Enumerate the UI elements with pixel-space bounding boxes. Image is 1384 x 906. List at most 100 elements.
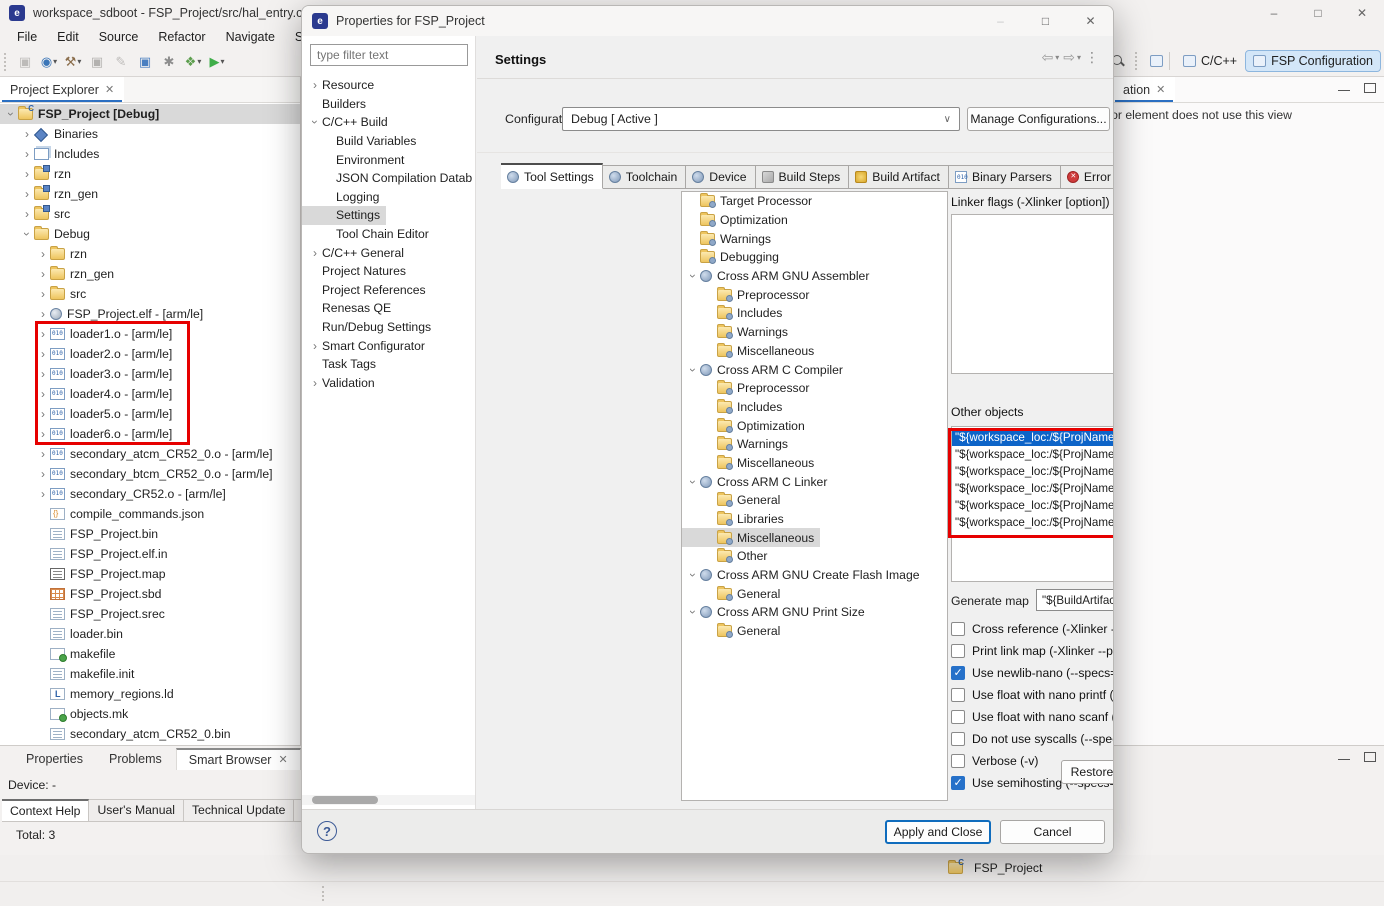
tool-tree-item[interactable]: Cross ARM GNU Assembler xyxy=(682,267,947,286)
tool-tree-item[interactable]: Warnings xyxy=(682,435,947,454)
tool-tree-item[interactable]: Miscellaneous xyxy=(682,342,947,361)
close-button[interactable]: ✕ xyxy=(1340,0,1384,26)
close-tab-icon[interactable]: ✕ xyxy=(105,83,114,96)
settings-tab[interactable]: Toolchain xyxy=(603,165,687,189)
tree-item[interactable]: loader1.o - [arm/le] xyxy=(0,324,300,344)
tool-tree-item[interactable]: Cross ARM C Linker xyxy=(682,472,947,491)
nav-tree-item[interactable]: Resource xyxy=(302,76,474,95)
menu-item[interactable]: File xyxy=(8,28,46,46)
menu-item[interactable]: Edit xyxy=(48,28,88,46)
close-tab-icon[interactable]: ✕ xyxy=(1156,83,1165,96)
tool-tree-item[interactable]: General xyxy=(682,584,947,603)
nav-tree-item[interactable]: Logging xyxy=(302,188,474,207)
tool-tree-item[interactable]: Other xyxy=(682,547,947,566)
tool-tree-item[interactable]: Target Processor xyxy=(682,192,947,211)
tree-item[interactable]: src xyxy=(0,204,300,224)
view-menu-icon[interactable]: ⋮▾ xyxy=(1085,50,1099,64)
tree-item[interactable]: Binaries xyxy=(0,124,300,144)
tree-item[interactable]: FSP_Project.bin xyxy=(0,524,300,544)
tree-item[interactable]: loader.bin xyxy=(0,624,300,644)
checkbox[interactable] xyxy=(951,754,965,768)
expand-arrow-icon[interactable] xyxy=(36,247,50,261)
filter-input[interactable] xyxy=(310,44,468,66)
tree-item[interactable]: memory_regions.ld xyxy=(0,684,300,704)
expand-arrow-icon[interactable] xyxy=(36,307,50,321)
expand-arrow-icon[interactable] xyxy=(20,167,34,181)
expand-arrow-icon[interactable] xyxy=(20,207,34,221)
expand-arrow-icon[interactable] xyxy=(686,363,700,377)
maximize-view-icon[interactable] xyxy=(1364,83,1376,93)
maximize-button[interactable]: □ xyxy=(1296,0,1340,26)
expand-arrow-icon[interactable] xyxy=(686,475,700,489)
tree-item[interactable]: rzn xyxy=(0,244,300,264)
save-icon[interactable]: ▣▾ xyxy=(13,51,37,73)
tree-item[interactable]: makefile.init xyxy=(0,664,300,684)
help-tab[interactable]: Technical Update xyxy=(184,799,295,822)
tree-item[interactable]: loader2.o - [arm/le] xyxy=(0,344,300,364)
tree-item[interactable]: loader6.o - [arm/le] xyxy=(0,424,300,444)
expand-arrow-icon[interactable] xyxy=(20,127,34,141)
expand-arrow-icon[interactable] xyxy=(36,467,50,481)
tree-item[interactable]: FSP_Project.sbd xyxy=(0,584,300,604)
settings-tab[interactable]: Tool Settings xyxy=(501,163,603,189)
close-tab-icon[interactable]: ✕ xyxy=(278,753,287,766)
menu-item[interactable]: Source xyxy=(90,28,148,46)
nav-tree-item[interactable]: Renesas QE xyxy=(302,299,474,318)
tool-tree-item[interactable]: Cross ARM C Compiler xyxy=(682,360,947,379)
tab-configuration[interactable]: ation✕ xyxy=(1113,77,1175,102)
expand-arrow-icon[interactable] xyxy=(308,376,322,390)
checkbox-row[interactable]: Use float with nano printf (-u _printf_f… xyxy=(951,684,1114,706)
generate-map-input[interactable]: "${BuildArtifactFileBaseName}.map" xyxy=(1036,589,1114,611)
tool-tree-item[interactable]: Miscellaneous xyxy=(682,454,947,473)
expand-arrow-icon[interactable] xyxy=(4,107,18,121)
cancel-button[interactable]: Cancel xyxy=(1000,820,1105,844)
tree-item[interactable]: makefile xyxy=(0,644,300,664)
nav-tree-item[interactable]: Builders xyxy=(302,95,474,114)
tree-item[interactable]: FSP_Project.srec xyxy=(0,604,300,624)
expand-arrow-icon[interactable] xyxy=(308,339,322,353)
nav-tree-item[interactable]: Task Tags xyxy=(302,355,474,374)
perspective-button[interactable]: FSP Configuration xyxy=(1246,51,1380,71)
tool-tree-item[interactable]: Preprocessor xyxy=(682,285,947,304)
tab-project-explorer[interactable]: Project Explorer✕ xyxy=(0,77,124,102)
other-object-item[interactable]: "${workspace_loc:/${ProjName}/Debug/load… xyxy=(952,446,1114,463)
nav-tree-item[interactable]: C/C++ Build xyxy=(302,113,474,132)
checkbox-row[interactable]: Do not use syscalls (--specs=nosys.specs… xyxy=(951,728,1114,750)
tree-item[interactable]: Includes xyxy=(0,144,300,164)
bottom-tab[interactable]: Problems✕ xyxy=(97,749,174,769)
expand-arrow-icon[interactable] xyxy=(308,78,322,92)
bottom-tab[interactable]: Properties✕ xyxy=(14,749,95,769)
open-perspective-icon[interactable] xyxy=(1150,55,1163,67)
manage-configurations-button[interactable]: Manage Configurations... xyxy=(967,107,1110,131)
nav-tree-item[interactable]: C/C++ General xyxy=(302,243,474,262)
settings-tab[interactable]: Build Steps xyxy=(756,165,850,189)
other-object-item[interactable]: "${workspace_loc:/${ProjName}/Debug/load… xyxy=(952,497,1114,514)
tree-item[interactable]: secondary_atcm_CR52_0.o - [arm/le] xyxy=(0,444,300,464)
minimize-button[interactable]: – xyxy=(1252,0,1296,26)
tool-tree-item[interactable]: Cross ARM GNU Create Flash Image xyxy=(682,566,947,585)
checkbox[interactable] xyxy=(951,666,965,680)
gear-icon[interactable]: ✱▾ xyxy=(157,51,181,73)
expand-arrow-icon[interactable] xyxy=(36,367,50,381)
minimize-view-icon[interactable] xyxy=(1338,90,1350,91)
tool-tree-item[interactable]: Includes xyxy=(682,398,947,417)
tool-tree-item[interactable]: Warnings xyxy=(682,323,947,342)
tree-item[interactable]: FSP_Project.elf.in xyxy=(0,544,300,564)
build-icon[interactable]: ⚒▾ xyxy=(61,51,85,73)
tool-tree-item[interactable]: Optimization xyxy=(682,416,947,435)
expand-arrow-icon[interactable] xyxy=(36,327,50,341)
expand-arrow-icon[interactable] xyxy=(36,287,50,301)
settings-tab[interactable]: Device xyxy=(686,165,755,189)
tool-tree-item[interactable]: Preprocessor xyxy=(682,379,947,398)
nav-tree-item[interactable]: Smart Configurator xyxy=(302,336,474,355)
configuration-select[interactable]: Debug [ Active ]∨ xyxy=(562,107,960,131)
checkbox[interactable] xyxy=(951,688,965,702)
checkbox-row[interactable]: Print link map (-Xlinker --print-map) xyxy=(951,640,1114,662)
other-object-item[interactable]: "${workspace_loc:/${ProjName}/Debug/load… xyxy=(952,480,1114,497)
tree-item[interactable]: FSP_Project.elf - [arm/le] xyxy=(0,304,300,324)
debug-icon[interactable]: ❖▾ xyxy=(181,51,205,73)
back-icon[interactable]: ⇦▾ xyxy=(1042,50,1060,64)
checkbox[interactable] xyxy=(951,622,965,636)
checkbox[interactable] xyxy=(951,776,965,790)
expand-arrow-icon[interactable] xyxy=(686,568,700,582)
